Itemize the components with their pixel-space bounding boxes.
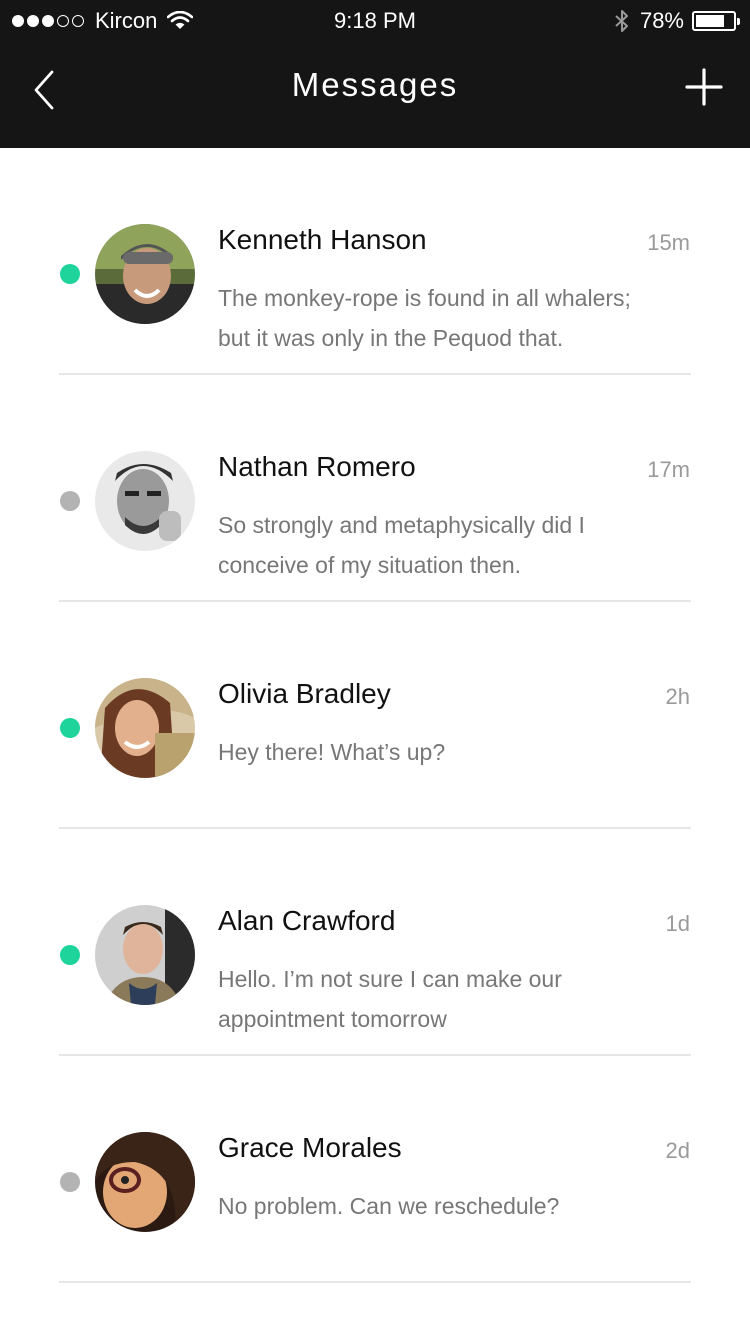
message-preview: So strongly and metaphysically did I con… [218,512,585,578]
contact-name: Grace Morales [218,1132,402,1163]
contact-name: Kenneth Hanson [218,224,427,255]
avatar-image [95,1132,195,1232]
avatar[interactable] [95,678,195,778]
row-divider [59,1281,691,1283]
bluetooth-icon [615,10,628,32]
battery-percent: 78% [639,8,684,33]
conversation-list: Kenneth Hanson 15m The monkey-rope is fo… [0,148,750,1283]
message-preview: Hello. I’m not sure I can make our appoi… [218,966,562,1032]
conversation-row[interactable]: Alan Crawford 1d Hello. I’m not sure I c… [0,829,750,1056]
message-time: 17m [647,457,690,482]
contact-name: Alan Crawford [218,905,396,936]
conversation-row[interactable]: Kenneth Hanson 15m The monkey-rope is fo… [0,148,750,375]
message-time: 2d [665,1138,690,1163]
battery-icon [692,11,740,31]
presence-indicator [60,491,80,511]
contact-name: Nathan Romero [218,451,416,482]
new-message-button[interactable] [682,66,726,110]
avatar[interactable] [95,451,195,551]
presence-indicator [60,718,80,738]
avatar-image [95,224,195,324]
conversation-row[interactable]: Grace Morales 2d No problem. Can we resc… [0,1056,750,1283]
top-bar: Kircon 9:18 PM 78% Messages [0,0,750,148]
avatar-image [95,905,195,1005]
message-time: 1d [665,911,690,936]
message-preview: The monkey-rope is found in all whalers;… [218,285,631,351]
battery-level [696,15,724,27]
message-time: 2h [665,684,690,709]
presence-indicator [60,1172,80,1192]
avatar[interactable] [95,1132,195,1232]
page-title: Messages [291,66,459,103]
contact-name: Olivia Bradley [218,678,391,709]
presence-indicator [60,945,80,965]
avatar-image [95,451,195,551]
message-preview: Hey there! What’s up? [218,739,446,765]
avatar-image [95,678,195,778]
conversation-row[interactable]: Nathan Romero 17m So strongly and metaph… [0,375,750,602]
conversation-row[interactable]: Olivia Bradley 2h Hey there! What’s up? [0,602,750,829]
avatar[interactable] [95,224,195,324]
presence-indicator [60,264,80,284]
status-bar: Kircon 9:18 PM 78% [0,0,750,42]
message-time: 15m [647,230,690,255]
plus-icon [685,68,723,106]
avatar[interactable] [95,905,195,1005]
battery-nub [737,18,740,25]
message-preview: No problem. Can we reschedule? [218,1193,560,1219]
